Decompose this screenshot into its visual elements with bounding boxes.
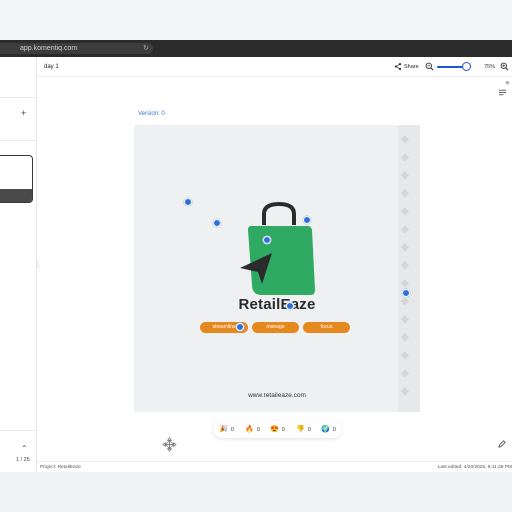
comment-marker[interactable] [236, 323, 244, 331]
move-icon[interactable] [162, 437, 177, 452]
globe-icon: 🌍 [321, 426, 330, 433]
sidebar-divider [0, 430, 36, 431]
last-edited: Last edited: 4/20/2025, 9:11:29 PM [437, 465, 512, 470]
comment-marker[interactable] [303, 216, 311, 224]
reaction-bar: 🎉 0 🔥 0 😍 0 👎 0 🌍 0 [213, 421, 342, 438]
brand-name: RetailEaze [238, 296, 316, 313]
status-footer: Project: RetailEaze Last edited: 4/20/20… [37, 461, 512, 472]
page-thumbnail[interactable] [0, 155, 33, 203]
reaction-count: 0 [230, 427, 234, 433]
share-icon[interactable] [394, 62, 402, 71]
chip-manage[interactable]: manage [252, 322, 299, 333]
reaction-thumbs-down[interactable]: 👎 0 [296, 425, 311, 434]
sparkle-icon[interactable]: ✳ [505, 81, 510, 87]
reaction-count: 0 [307, 427, 311, 433]
reaction-party[interactable]: 🎉 0 [219, 425, 234, 434]
zoom-in-icon[interactable] [500, 62, 509, 71]
comment-marker[interactable] [263, 236, 271, 244]
chip-focus[interactable]: focus [303, 322, 350, 333]
zoom-level: 75% [484, 64, 496, 70]
heart-eyes-icon: 😍 [270, 426, 279, 433]
comment-marker[interactable] [213, 219, 221, 227]
retaileaze-logo [240, 201, 315, 295]
pages-sidebar: + ⌃ 1 / 25 [0, 57, 37, 472]
page-indicator: 1 / 25 [16, 457, 30, 463]
sidebar-resize-handle-icon[interactable]: ⋮ [35, 262, 41, 268]
thumbs-down-icon: 👎 [296, 426, 305, 433]
reaction-count: 0 [256, 427, 260, 433]
document-title[interactable]: day 1 [44, 63, 59, 71]
comment-marker[interactable] [402, 289, 410, 297]
website-url: www.retaileaze.com [248, 392, 306, 399]
address-url[interactable]: app.komentiq.com [20, 44, 77, 53]
add-page-icon[interactable]: + [21, 108, 26, 118]
comment-marker[interactable] [184, 198, 192, 206]
desktop-background-top [0, 0, 512, 40]
fire-icon: 🔥 [245, 426, 254, 433]
reaction-count: 0 [332, 427, 336, 433]
party-popper-icon: 🎉 [219, 426, 228, 433]
canvas-side-pattern: ◆ ◆ ◆ ◆ ◆ ◆ ◆ ◆ ◆ ◆ ◆ ◆ ◆ ◆ ◆ [398, 125, 420, 412]
project-name: Project: RetailEaze [40, 465, 81, 470]
editor-header: day 1 Share 75% [37, 57, 512, 77]
reaction-heart-eyes[interactable]: 😍 0 [270, 425, 285, 434]
reaction-globe[interactable]: 🌍 0 [321, 425, 336, 434]
pen-icon[interactable] [498, 440, 506, 448]
page-thumbnail-preview [0, 189, 32, 202]
reaction-fire[interactable]: 🔥 0 [245, 425, 260, 434]
share-button[interactable]: Share [404, 63, 419, 71]
reload-icon[interactable]: ↻ [143, 44, 151, 53]
version-label[interactable]: Version: 0 [138, 110, 165, 118]
sidebar-divider [0, 97, 36, 98]
zoom-slider-handle[interactable] [462, 62, 471, 71]
reaction-count: 0 [281, 427, 285, 433]
chevron-up-icon[interactable]: ⌃ [21, 444, 28, 453]
comment-marker[interactable] [286, 302, 294, 310]
zoom-out-icon[interactable] [425, 62, 434, 71]
panel-list-icon[interactable] [498, 88, 507, 97]
sidebar-divider [0, 140, 36, 141]
